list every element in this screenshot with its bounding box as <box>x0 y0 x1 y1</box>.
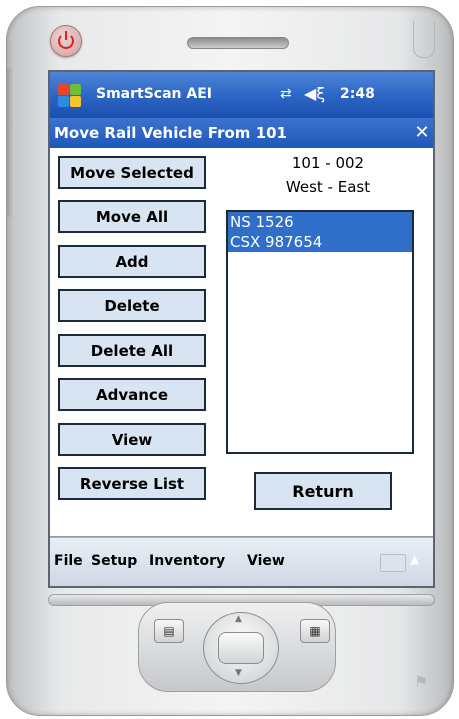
reverse-list-button[interactable]: Reverse List <box>58 467 206 500</box>
keyboard-icon[interactable] <box>380 554 406 572</box>
list-item[interactable]: NS 1526 <box>228 212 412 232</box>
track-direction: West - East <box>285 178 371 196</box>
view-button[interactable]: View <box>58 423 206 456</box>
chevron-up-icon[interactable]: ▲ <box>410 552 419 566</box>
menu-file[interactable]: File <box>54 553 83 569</box>
dpad-center-button[interactable] <box>218 632 264 664</box>
screen: SmartScan AEI ⇄ ◀ξ 2:48 Move Rail Vehicl… <box>48 70 435 588</box>
advance-button[interactable]: Advance <box>58 378 206 411</box>
vehicle-list[interactable]: NS 1526 CSX 987654 <box>226 210 414 454</box>
volume-icon[interactable]: ◀ξ <box>304 84 325 103</box>
add-button[interactable]: Add <box>58 245 206 278</box>
delete-button[interactable]: Delete <box>58 289 206 322</box>
close-icon[interactable]: ✕ <box>411 122 433 144</box>
menu-view[interactable]: View <box>247 553 285 569</box>
move-selected-button[interactable]: Move Selected <box>58 156 206 189</box>
move-all-button[interactable]: Move All <box>58 200 206 233</box>
form-header: Move Rail Vehicle From 101 ✕ <box>50 118 433 148</box>
side-button[interactable] <box>7 67 15 217</box>
earpiece-speaker <box>187 37 289 49</box>
calendar-hardware-icon[interactable]: ▦ <box>300 619 330 643</box>
dpad-down-icon: ▼ <box>235 668 242 678</box>
contacts-hardware-icon[interactable]: ▤ <box>154 619 184 643</box>
app-title: SmartScan AEI <box>96 86 212 102</box>
status-bar: SmartScan AEI ⇄ ◀ξ 2:48 <box>50 72 433 118</box>
menu-setup[interactable]: Setup <box>91 553 137 569</box>
page-title: Move Rail Vehicle From 101 <box>54 124 287 142</box>
track-id: 101 - 002 <box>291 154 365 172</box>
delete-all-button[interactable]: Delete All <box>58 334 206 367</box>
menu-bar: File Setup Inventory View ▲ <box>50 537 433 586</box>
clock[interactable]: 2:48 <box>340 86 375 102</box>
list-item[interactable]: CSX 987654 <box>228 232 412 252</box>
power-button[interactable] <box>50 25 82 57</box>
windows-start-icon[interactable] <box>56 82 82 108</box>
stylus-slot <box>413 21 435 58</box>
dpad-up-icon: ▲ <box>235 614 242 624</box>
windows-logo-icon: ⚑ <box>414 672 429 691</box>
return-button[interactable]: Return <box>254 472 392 510</box>
form-content: Move Selected Move All Add Delete Delete… <box>50 148 433 537</box>
connectivity-icon[interactable]: ⇄ <box>280 86 292 102</box>
menu-inventory[interactable]: Inventory <box>149 553 225 569</box>
